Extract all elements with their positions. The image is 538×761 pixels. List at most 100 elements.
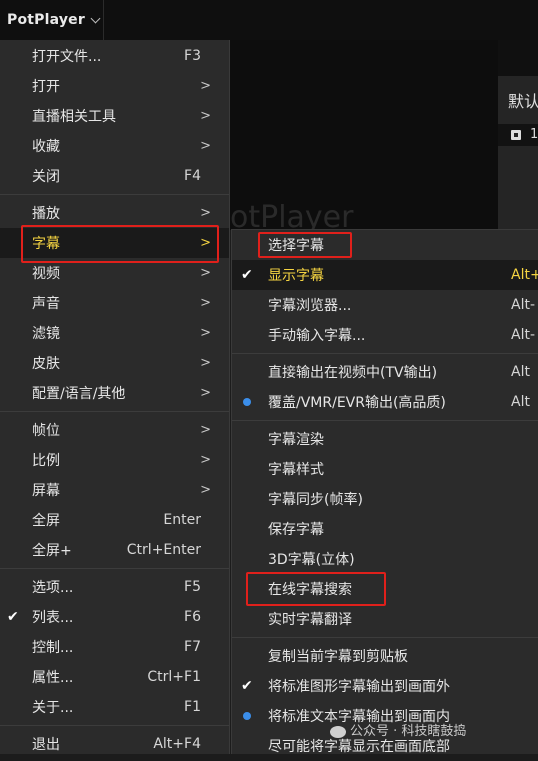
- menu-separator: [0, 411, 229, 412]
- menu-item-label: 控制...: [32, 640, 74, 656]
- menu-item-about[interactable]: 关于... F1: [0, 692, 229, 722]
- menu-item-label: 将标准图形字幕输出到画面外: [268, 679, 450, 695]
- menu-item-playback[interactable]: 播放 >: [0, 198, 229, 228]
- submenu-arrow-icon: >: [200, 295, 211, 311]
- submenu-arrow-icon: >: [200, 108, 211, 124]
- menu-item-label: 字幕浏览器...: [268, 298, 352, 314]
- menu-item-screen[interactable]: 屏幕 >: [0, 475, 229, 505]
- menu-separator: [232, 637, 538, 638]
- submenu-arrow-icon: >: [200, 385, 211, 401]
- menu-separator: [232, 420, 538, 421]
- menu-item-control[interactable]: 控制... F7: [0, 632, 229, 662]
- menu-item-save-subtitle[interactable]: 保存字幕: [232, 514, 538, 544]
- menu-item-subtitle-sync[interactable]: 字幕同步(帧率): [232, 484, 538, 514]
- menu-item-label: 字幕: [32, 236, 60, 252]
- menu-item-skins[interactable]: 皮肤 >: [0, 348, 229, 378]
- menu-item-copy-subtitle[interactable]: 复制当前字幕到剪贴板: [232, 641, 538, 671]
- menu-item-open[interactable]: 打开 >: [0, 71, 229, 101]
- menu-item-label: 实时字幕翻译: [268, 612, 352, 628]
- menu-item-shortcut: Alt: [511, 364, 530, 380]
- menu-item-graphic-outside[interactable]: ✔ 将标准图形字幕输出到画面外: [232, 671, 538, 701]
- menu-item-options[interactable]: 选项... F5: [0, 572, 229, 602]
- menu-item-label: 播放: [32, 206, 60, 222]
- menu-separator: [232, 353, 538, 354]
- menu-separator: [0, 194, 229, 195]
- menu-item-open-file[interactable]: 打开文件... F3: [0, 41, 229, 71]
- submenu-arrow-icon: >: [200, 235, 211, 251]
- menu-item-subtitle-style[interactable]: 字幕样式: [232, 454, 538, 484]
- menu-item-label: 视频: [32, 266, 60, 282]
- menu-item-subtitle-browser[interactable]: 字幕浏览器... Alt-: [232, 290, 538, 320]
- menu-item-label: 配置/语言/其他: [32, 386, 126, 402]
- menu-item-favorites[interactable]: 收藏 >: [0, 131, 229, 161]
- menu-item-realtime-translate[interactable]: 实时字幕翻译: [232, 604, 538, 634]
- menu-item-exit[interactable]: 退出 Alt+F4: [0, 729, 229, 759]
- menu-item-label: 字幕样式: [268, 462, 324, 478]
- playlist-row[interactable]: 1: [498, 124, 538, 146]
- menu-item-overlay-output[interactable]: 覆盖/VMR/EVR输出(高品质) Alt: [232, 387, 538, 417]
- menu-item-shortcut: Ctrl+Enter: [126, 542, 201, 558]
- menu-item-label: 3D字幕(立体): [268, 552, 355, 568]
- menu-item-label: 字幕同步(帧率): [268, 492, 363, 508]
- app-menu-button[interactable]: PotPlayer: [0, 0, 104, 40]
- radio-selected-icon: [243, 712, 251, 720]
- menu-item-live-tools[interactable]: 直播相关工具 >: [0, 101, 229, 131]
- menu-item-label: 关于...: [32, 700, 74, 716]
- menu-item-subtitles[interactable]: 字幕 >: [0, 228, 229, 258]
- menu-item-subtitle-render[interactable]: 字幕渲染: [232, 424, 538, 454]
- menu-item-video[interactable]: 视频 >: [0, 258, 229, 288]
- menu-item-label: 屏幕: [32, 483, 60, 499]
- menu-item-manual-subtitle[interactable]: 手动输入字幕... Alt-: [232, 320, 538, 350]
- menu-item-shortcut: F7: [184, 639, 201, 655]
- menu-item-label: 全屏: [32, 513, 60, 529]
- subtitle-submenu: 选择字幕 ✔ 显示字幕 Alt+ 字幕浏览器... Alt- 手动输入字幕... Alt…: [231, 229, 538, 755]
- menu-item-label: 列表...: [32, 610, 74, 626]
- submenu-arrow-icon: >: [200, 138, 211, 154]
- title-bar: PotPlayer: [0, 0, 538, 40]
- menu-item-aspect-ratio[interactable]: 比例 >: [0, 445, 229, 475]
- menu-item-shortcut: Alt: [511, 394, 530, 410]
- menu-item-label: 保存字幕: [268, 522, 324, 538]
- main-context-menu: 打开文件... F3 打开 > 直播相关工具 > 收藏 > 关闭 F4 播放 > 字幕 > 视…: [0, 40, 230, 754]
- menu-separator: [0, 568, 229, 569]
- menu-item-fullscreen-plus[interactable]: 全屏+ Ctrl+Enter: [0, 535, 229, 565]
- playlist-toolbar: [498, 40, 538, 76]
- menu-item-filters[interactable]: 滤镜 >: [0, 318, 229, 348]
- menu-item-show-subtitle[interactable]: ✔ 显示字幕 Alt+: [232, 260, 538, 290]
- menu-item-config-language[interactable]: 配置/语言/其他 >: [0, 378, 229, 408]
- menu-item-3d-subtitle[interactable]: 3D字幕(立体): [232, 544, 538, 574]
- menu-item-label: 全屏+: [32, 543, 72, 559]
- menu-item-label: 关闭: [32, 169, 60, 185]
- menu-item-label: 尽可能将字幕显示在画面底部: [268, 739, 450, 755]
- menu-item-close[interactable]: 关闭 F4: [0, 161, 229, 191]
- menu-item-shortcut: Alt+: [511, 267, 538, 283]
- menu-item-audio[interactable]: 声音 >: [0, 288, 229, 318]
- menu-item-shortcut: Alt+F4: [153, 736, 201, 752]
- watermark-text: 公众号 · 科技瞎鼓捣: [350, 724, 467, 739]
- menu-item-playlist[interactable]: ✔ 列表... F6: [0, 602, 229, 632]
- wechat-icon: [330, 725, 346, 738]
- menu-item-select-subtitle[interactable]: 选择字幕: [232, 230, 538, 260]
- chevron-down-icon: [90, 13, 101, 23]
- menu-item-shortcut: F3: [184, 48, 201, 64]
- video-area[interactable]: otPlayer: [230, 40, 498, 235]
- menu-item-frame[interactable]: 帧位 >: [0, 415, 229, 445]
- submenu-arrow-icon: >: [200, 452, 211, 468]
- menu-item-label: 手动输入字幕...: [268, 328, 366, 344]
- menu-item-shortcut: Enter: [163, 512, 201, 528]
- playlist-tab[interactable]: 默认: [508, 88, 538, 112]
- submenu-arrow-icon: >: [200, 205, 211, 221]
- menu-item-label: 直接输出在视频中(TV输出): [268, 365, 438, 381]
- menu-item-shortcut: F6: [184, 609, 201, 625]
- menu-item-properties[interactable]: 属性... Ctrl+F1: [0, 662, 229, 692]
- menu-item-label: 声音: [32, 296, 60, 312]
- menu-item-tv-output[interactable]: 直接输出在视频中(TV输出) Alt: [232, 357, 538, 387]
- file-icon: [511, 130, 521, 140]
- menu-item-label: 属性...: [32, 670, 74, 686]
- menu-item-shortcut: F4: [184, 168, 201, 184]
- menu-item-online-search[interactable]: 在线字幕搜索: [232, 574, 538, 604]
- menu-item-shortcut: F5: [184, 579, 201, 595]
- menu-item-fullscreen[interactable]: 全屏 Enter: [0, 505, 229, 535]
- menu-item-shortcut: F1: [184, 699, 201, 715]
- menu-item-label: 覆盖/VMR/EVR输出(高品质): [268, 395, 446, 411]
